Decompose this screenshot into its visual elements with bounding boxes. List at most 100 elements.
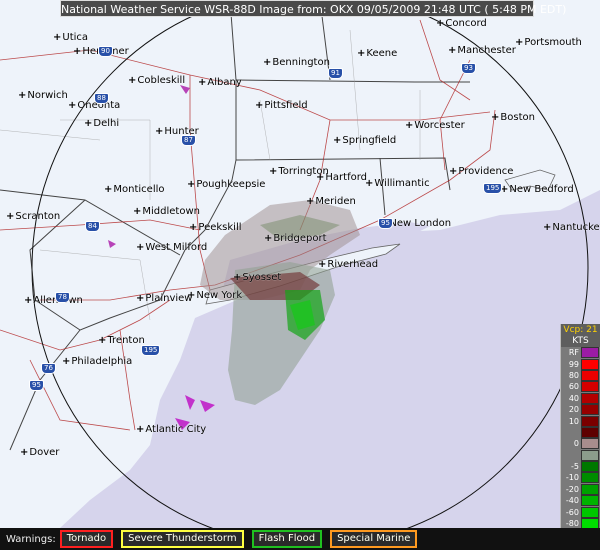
- city-label: Syosset: [233, 272, 281, 283]
- interstate-shield-icon: 93: [461, 63, 476, 74]
- legend-swatch: [581, 438, 599, 450]
- warning-flash-flood[interactable]: Flash Flood: [251, 530, 323, 548]
- legend-swatch: [581, 358, 599, 370]
- city-label: Boston: [491, 112, 535, 123]
- legend-value: 0: [573, 439, 579, 449]
- city-label: Trenton: [98, 335, 144, 346]
- title-bar: National Weather Service WSR-88D Image f…: [60, 0, 566, 17]
- legend-entry: RF: [561, 347, 600, 359]
- warnings-bar: Warnings: Tornado Severe Thunderstorm Fl…: [0, 528, 600, 550]
- city-label: Poughkeepsie: [187, 179, 265, 190]
- legend-entry: -10: [561, 472, 600, 484]
- city-label: Delhi: [84, 118, 119, 129]
- legend-value: -10: [565, 473, 579, 483]
- legend-entry: 40: [561, 392, 600, 404]
- legend-swatch: [581, 449, 599, 461]
- radar-viewer: National Weather Service WSR-88D Image f…: [0, 0, 600, 550]
- legend-swatch: [581, 495, 599, 507]
- city-label: Atlantic City: [136, 424, 206, 435]
- interstate-shield-icon: 95: [29, 380, 44, 391]
- legend-value: -5: [571, 462, 579, 472]
- legend-value: 10: [568, 416, 579, 426]
- interstate-shield-icon: 87: [181, 135, 196, 146]
- city-label: Pittsfield: [255, 100, 307, 111]
- city-label: Hartford: [316, 172, 367, 183]
- city-label: Monticello: [104, 184, 164, 195]
- legend-entry: -5: [561, 461, 600, 473]
- legend-value: 40: [568, 393, 579, 403]
- radar-map: [0, 0, 600, 528]
- city-label: Willimantic: [365, 178, 429, 189]
- city-label: Bridgeport: [264, 233, 326, 244]
- city-label: Springfield: [333, 135, 396, 146]
- city-label: West Milford: [136, 242, 207, 253]
- warning-severe-thunderstorm[interactable]: Severe Thunderstorm: [121, 530, 244, 548]
- interstate-shield-icon: 78: [55, 292, 70, 303]
- interstate-shield-icon: 88: [94, 93, 109, 104]
- vcp-label: Vcp: 21: [563, 325, 598, 335]
- city-label: Bennington: [263, 57, 330, 68]
- legend-swatch: [581, 347, 599, 359]
- legend-entry: 10: [561, 415, 600, 427]
- legend-header: Vcp: 21 KTS: [561, 324, 600, 347]
- legend-rows: RF9980604020100-5-10-20-40-60-80-99ND: [561, 347, 600, 550]
- city-label: Cobleskill: [128, 75, 185, 86]
- city-label: Providence: [449, 166, 513, 177]
- city-label: Albany: [198, 77, 241, 88]
- city-label: Middletown: [133, 206, 200, 217]
- legend-entry: -40: [561, 495, 600, 507]
- legend-entry: 99: [561, 358, 600, 370]
- warning-special-marine[interactable]: Special Marine: [330, 530, 418, 548]
- legend-value: -60: [565, 507, 579, 517]
- city-label: Utica: [53, 32, 88, 43]
- city-label: Portsmouth: [515, 37, 582, 48]
- legend-value: -40: [565, 496, 579, 506]
- city-label: Concord: [436, 18, 486, 29]
- interstate-shield-icon: 95: [378, 218, 393, 229]
- city-label: Dover: [20, 447, 59, 458]
- velocity-legend: Vcp: 21 KTS RF 99 80 60 40 20 10 0 -5 -10 -20 -40 -6…: [560, 324, 600, 550]
- legend-swatch: [581, 472, 599, 484]
- legend-value: 80: [568, 370, 579, 380]
- legend-entry: -60: [561, 506, 600, 518]
- city-label: Allentown: [24, 295, 82, 306]
- legend-swatch: [581, 392, 599, 404]
- city-label: Keene: [357, 48, 397, 59]
- city-label: Plainview: [136, 293, 192, 304]
- city-label: Worcester: [405, 120, 464, 131]
- legend-entry: [561, 449, 600, 461]
- city-label: New York: [187, 290, 242, 301]
- legend-swatch: [581, 506, 599, 518]
- interstate-shield-icon: 195: [141, 345, 161, 356]
- warnings-label: Warnings:: [6, 533, 56, 545]
- legend-value: 60: [568, 382, 579, 392]
- legend-value: -20: [565, 484, 579, 494]
- city-label: Meriden: [306, 196, 356, 207]
- legend-swatch: [581, 415, 599, 427]
- legend-value: RF: [568, 348, 579, 358]
- legend-value: 99: [568, 359, 579, 369]
- city-label: New Bedford: [500, 184, 573, 195]
- interstate-shield-icon: 91: [328, 68, 343, 79]
- legend-swatch: [581, 461, 599, 473]
- interstate-shield-icon: 195: [483, 183, 503, 194]
- legend-swatch: [581, 369, 599, 381]
- city-label: Nantucket: [543, 222, 600, 233]
- legend-swatch: [581, 404, 599, 416]
- units-label: KTS: [572, 336, 589, 346]
- warning-tornado[interactable]: Tornado: [59, 530, 114, 548]
- legend-swatch: [581, 483, 599, 495]
- legend-entry: 20: [561, 404, 600, 416]
- legend-swatch: [581, 426, 599, 438]
- legend-swatch: [581, 381, 599, 393]
- legend-entry: 80: [561, 369, 600, 381]
- legend-value: 20: [568, 405, 579, 415]
- city-label: Norwich: [18, 90, 68, 101]
- legend-entry: 60: [561, 381, 600, 393]
- legend-entry: [561, 426, 600, 438]
- legend-entry: -20: [561, 483, 600, 495]
- city-label: Riverhead: [318, 259, 378, 270]
- city-label: Philadelphia: [62, 356, 132, 367]
- interstate-shield-icon: 76: [41, 363, 56, 374]
- city-label: Scranton: [6, 211, 60, 222]
